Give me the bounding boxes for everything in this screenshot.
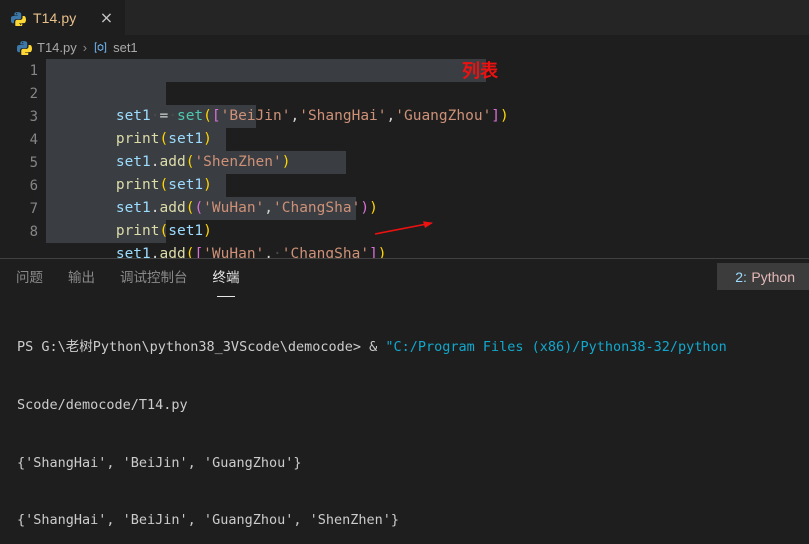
panel-tab-debug-console[interactable]: 调试控制台: [120, 266, 188, 288]
terminal-command-path: "C:/Program Files (x86)/Python38-32/pyth…: [385, 339, 727, 356]
terminal-instance-number: 2:: [735, 268, 747, 285]
line-number: 8: [29, 223, 38, 240]
terminal-instance-selector[interactable]: 2: Python: [717, 263, 809, 290]
line-number: 3: [29, 108, 38, 125]
panel-tab-bar: 问题 输出 调试控制台 终端 2: Python: [0, 259, 809, 294]
breadcrumb-symbol[interactable]: set1: [113, 40, 138, 55]
code-line-content[interactable]: print(set1): [46, 82, 809, 147]
vscode-window: T14.py × T14.py › set1 1 set1·=·set(['Be…: [0, 0, 809, 544]
panel-tab-terminal[interactable]: 终端: [213, 266, 240, 288]
bottom-panel: 问题 输出 调试控制台 终端 2: Python PS G:\老树Python\…: [0, 258, 809, 544]
code-line-content[interactable]: set1·=·set(['BeiJin','ShangHai','GuangZh…: [46, 59, 809, 124]
breadcrumb-separator: ›: [82, 39, 88, 55]
code-tokens: print(set1): [115, 177, 212, 193]
terminal-line: Scode/democode/T14.py: [17, 397, 188, 413]
symbol-variable-icon: [93, 40, 108, 55]
line-number: 7: [29, 200, 38, 217]
code-tokens: set1.add('ShenZhen'): [115, 154, 291, 170]
code-tokens: set1·=·set(['BeiJin','ShangHai','GuangZh…: [115, 108, 509, 124]
editor-tab-label: T14.py: [33, 10, 77, 26]
code-line[interactable]: 1 set1·=·set(['BeiJin','ShangHai','Guang…: [0, 59, 809, 124]
code-tokens: print(set1): [115, 223, 212, 239]
terminal-line: {'ShangHai', 'BeiJin', 'GuangZhou', 'She…: [17, 512, 400, 529]
editor-tab-t14[interactable]: T14.py ×: [0, 0, 126, 35]
code-tokens: set1.add(('WuHan','ChangSha')): [115, 200, 378, 216]
code-line[interactable]: 2 print(set1): [0, 82, 809, 147]
panel-tab-problems[interactable]: 问题: [16, 266, 43, 288]
close-icon[interactable]: ×: [97, 9, 115, 27]
selection-highlight: [46, 82, 166, 105]
python-file-icon: [17, 40, 32, 55]
line-number: 1: [29, 62, 38, 79]
code-tokens: print(set1): [115, 131, 212, 147]
line-number: 4: [29, 131, 38, 148]
code-editor[interactable]: 1 set1·=·set(['BeiJin','ShangHai','Guang…: [0, 59, 809, 258]
selection-highlight: [46, 59, 486, 82]
terminal-instance-name: Python: [751, 268, 795, 285]
panel-tab-output[interactable]: 输出: [68, 266, 95, 288]
line-number: 2: [29, 85, 38, 102]
terminal-line: {'ShangHai', 'BeiJin', 'GuangZhou'}: [17, 454, 302, 471]
terminal-line: PS G:\老树Python\python38_3VScode\democode…: [17, 338, 809, 357]
breadcrumb: T14.py › set1: [0, 35, 809, 59]
breadcrumb-file[interactable]: T14.py: [37, 40, 77, 55]
tab-bar-empty-space: [125, 0, 809, 35]
python-file-icon: [11, 11, 26, 26]
editor-tab-bar: T14.py ×: [0, 0, 809, 35]
terminal-output[interactable]: PS G:\老树Python\python38_3VScode\democode…: [0, 294, 809, 544]
terminal-prompt: PS G:\老树Python\python38_3VScode\democode…: [17, 339, 386, 356]
line-number: 5: [29, 154, 38, 171]
code-tokens: set1.add(['WuHan',·'ChangSha']): [115, 246, 387, 258]
line-number: 6: [29, 177, 38, 194]
